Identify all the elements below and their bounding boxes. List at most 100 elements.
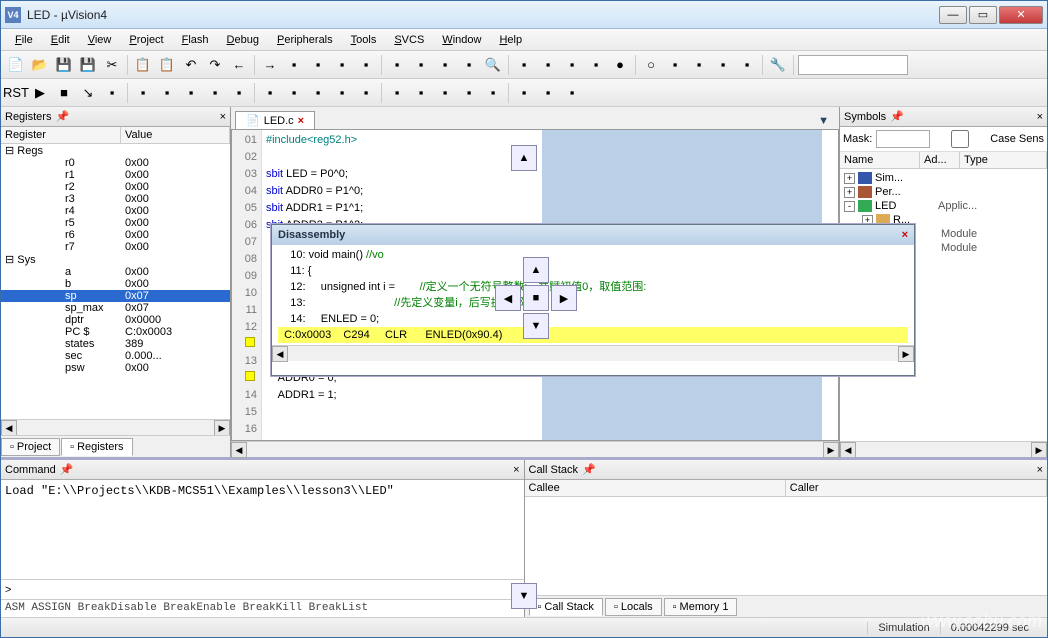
register-row[interactable]: Regs	[1, 144, 230, 157]
find-files-button[interactable]: ▪	[513, 54, 535, 76]
disasm-scroll-right-icon[interactable]: ▶	[898, 346, 914, 362]
white-dot-button[interactable]: ○	[640, 54, 662, 76]
bookmark-toggle-button[interactable]: ▪	[283, 54, 305, 76]
register-row[interactable]: states389	[1, 338, 230, 350]
menu-tools[interactable]: Tools	[343, 32, 385, 48]
serial-win-button[interactable]: ▪	[386, 82, 408, 104]
pin-icon[interactable]: 📌	[55, 110, 69, 123]
close-icon[interactable]: ×	[1037, 111, 1043, 123]
reset-button[interactable]: RST	[5, 82, 27, 104]
macro-button[interactable]: ▪	[537, 54, 559, 76]
tab-locals[interactable]: ▫Locals	[605, 598, 662, 616]
register-row[interactable]: sp_max0x07	[1, 302, 230, 314]
target-options-button[interactable]: ▪	[585, 54, 607, 76]
menu-debug[interactable]: Debug	[219, 32, 267, 48]
register-row[interactable]: r50x00	[1, 217, 230, 229]
indent-right-button[interactable]: ▪	[410, 54, 432, 76]
toolbox-button[interactable]: ▪	[537, 82, 559, 104]
menu-flash[interactable]: Flash	[174, 32, 217, 48]
symbols-col-type[interactable]: Type	[960, 152, 1047, 168]
callstack-body[interactable]	[525, 497, 1048, 595]
forward-button[interactable]: →	[259, 54, 281, 76]
paste-button[interactable]: 📋	[156, 54, 178, 76]
register-row[interactable]: r40x00	[1, 205, 230, 217]
close-icon[interactable]: ×	[1037, 464, 1043, 476]
symbols-col-addr[interactable]: Ad...	[920, 152, 960, 168]
bookmark-clear-button[interactable]: ▪	[355, 54, 377, 76]
open-file-button[interactable]: 📂	[29, 54, 51, 76]
step-out-button[interactable]: ▪	[132, 82, 154, 104]
registers-win-button[interactable]: ▪	[283, 82, 305, 104]
register-row[interactable]: a0x00	[1, 266, 230, 278]
menu-view[interactable]: View	[80, 32, 120, 48]
case-checkbox[interactable]	[934, 130, 986, 148]
scroll-left-icon[interactable]: ◀	[1, 420, 17, 436]
debug-restore-button[interactable]: ▪	[561, 82, 583, 104]
disasm-scroll-left-icon[interactable]: ◀	[272, 346, 288, 362]
comment-button[interactable]: ▪	[434, 54, 456, 76]
undo-button[interactable]: ↶	[180, 54, 202, 76]
menu-window[interactable]: Window	[434, 32, 489, 48]
tab-dropdown-icon[interactable]: ▼	[812, 113, 835, 129]
file-tab-led[interactable]: 📄 LED.c ×	[235, 111, 315, 129]
maximize-button[interactable]: ▭	[969, 6, 997, 24]
dock-target-bottom[interactable]: ▼	[510, 582, 538, 610]
target-combo[interactable]	[798, 55, 908, 75]
callstack-col-caller[interactable]: Caller	[786, 480, 1047, 496]
copy-button[interactable]: 📋	[132, 54, 154, 76]
mask-input[interactable]	[876, 130, 930, 148]
menu-help[interactable]: Help	[491, 32, 530, 48]
tab-registers[interactable]: ▫Registers	[61, 438, 132, 456]
bookmark-prev-button[interactable]: ▪	[307, 54, 329, 76]
hscroll-right-icon[interactable]: ▶	[823, 442, 839, 458]
disasm-win-button[interactable]: ▪	[228, 82, 250, 104]
register-row[interactable]: psw0x00	[1, 362, 230, 374]
redo-button[interactable]: ↷	[204, 54, 226, 76]
find-button[interactable]: 🔍	[482, 54, 504, 76]
red-dot-button[interactable]: ●	[609, 54, 631, 76]
save-all-button[interactable]: 💾	[77, 54, 99, 76]
callstack-win-button[interactable]: ▪	[307, 82, 329, 104]
close-button[interactable]: ✕	[999, 6, 1043, 24]
menu-project[interactable]: Project	[121, 32, 171, 48]
configure-button[interactable]: ▪	[561, 54, 583, 76]
register-row[interactable]: dptr0x0000	[1, 314, 230, 326]
step-over-button[interactable]: ▪	[101, 82, 123, 104]
stop-button[interactable]: ■	[53, 82, 75, 104]
wrench-button[interactable]: 🔧	[767, 54, 789, 76]
pin-icon[interactable]: 📌	[60, 463, 74, 476]
memory-win-button[interactable]: ▪	[355, 82, 377, 104]
watch-win-button[interactable]: ▪	[331, 82, 353, 104]
callstack-col-callee[interactable]: Callee	[525, 480, 786, 496]
save-button[interactable]: 💾	[53, 54, 75, 76]
tab-memory-1[interactable]: ▫Memory 1	[664, 598, 738, 616]
scroll-right-icon[interactable]: ▶	[214, 420, 230, 436]
run-button[interactable]: ▶	[29, 82, 51, 104]
menu-svcs[interactable]: SVCS	[386, 32, 432, 48]
close-icon[interactable]: ×	[902, 229, 908, 241]
symbol-node[interactable]: +Per...	[842, 185, 1045, 199]
show-next-button[interactable]: ▪	[180, 82, 202, 104]
step-button[interactable]: ↘	[77, 82, 99, 104]
register-row[interactable]: sp0x07	[1, 290, 230, 302]
register-row[interactable]: PC $C:0x0003	[1, 326, 230, 338]
register-row[interactable]: r00x00	[1, 157, 230, 169]
register-row[interactable]: b0x00	[1, 278, 230, 290]
register-row[interactable]: r60x00	[1, 229, 230, 241]
disassembly-body[interactable]: 10: void main() //vo 11: { 12: unsigned …	[272, 245, 914, 345]
uncomment-button[interactable]: ▪	[458, 54, 480, 76]
symbols-col-name[interactable]: Name	[840, 152, 920, 168]
back-button[interactable]: ←	[228, 54, 250, 76]
code-cov-button[interactable]: ▪	[482, 82, 504, 104]
register-row[interactable]: r30x00	[1, 193, 230, 205]
symbol-node[interactable]: -LEDApplic...	[842, 199, 1045, 213]
analysis-win-button[interactable]: ▪	[410, 82, 432, 104]
command-win-button[interactable]: ▪	[204, 82, 226, 104]
window-list-button[interactable]: ▪	[736, 54, 758, 76]
menu-file[interactable]: File	[7, 32, 41, 48]
register-row[interactable]: r10x00	[1, 169, 230, 181]
new-file-button[interactable]: 📄	[5, 54, 27, 76]
cut-button[interactable]: ✂	[101, 54, 123, 76]
close-icon[interactable]: ×	[513, 464, 519, 476]
indent-left-button[interactable]: ▪	[386, 54, 408, 76]
